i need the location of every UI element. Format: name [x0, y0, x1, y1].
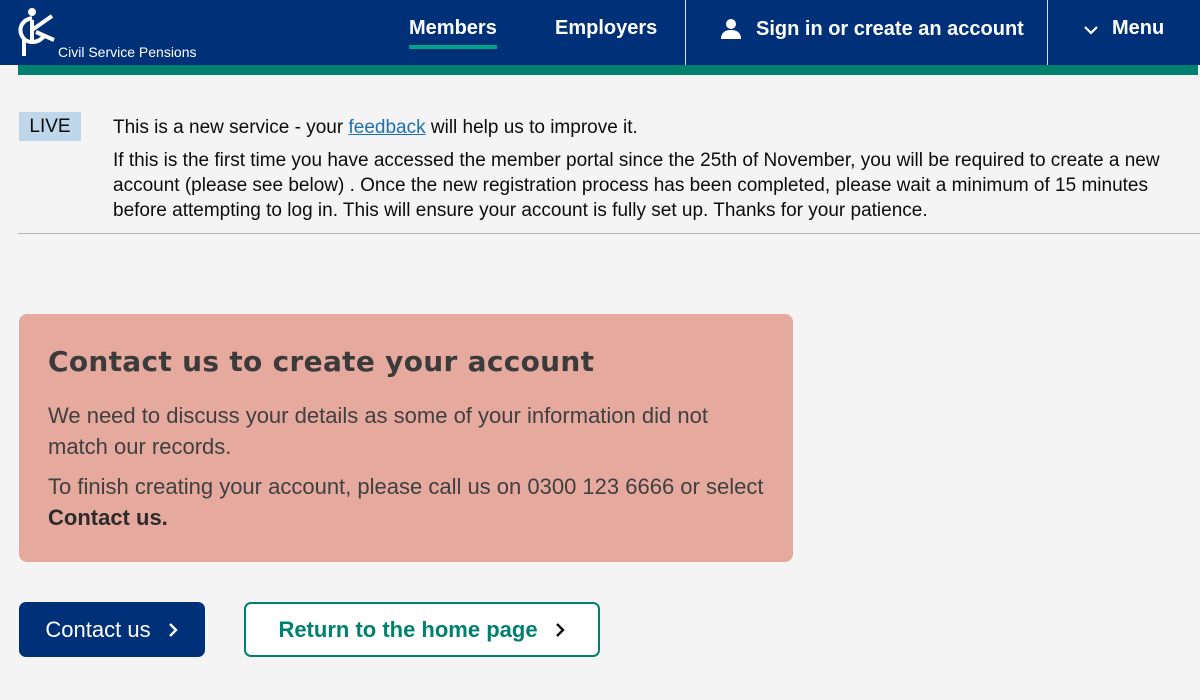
- nav-divider: [1047, 0, 1048, 65]
- nav-menu[interactable]: Menu: [1084, 0, 1164, 65]
- site-header: Civil Service Pensions Members Employers…: [0, 0, 1200, 65]
- chevron-down-icon: [1084, 25, 1098, 35]
- user-icon: [721, 18, 741, 39]
- panel-title: Contact us to create your account: [48, 345, 595, 378]
- logo-text: Civil Service Pensions: [58, 44, 197, 60]
- banner-line-1: This is a new service - your feedback wi…: [113, 115, 1200, 140]
- chevron-right-icon: [555, 622, 565, 637]
- return-home-button[interactable]: Return to the home page: [244, 602, 600, 657]
- phase-banner: This is a new service - your feedback wi…: [113, 115, 1200, 223]
- live-tag: LIVE: [19, 112, 81, 141]
- nav-members[interactable]: Members: [409, 0, 497, 65]
- chevron-right-icon: [168, 622, 178, 637]
- feedback-link[interactable]: feedback: [348, 117, 425, 138]
- contact-us-button[interactable]: Contact us: [19, 602, 205, 657]
- nav-signin-label: Sign in or create an account: [756, 18, 1024, 40]
- header-accent-bar: [18, 65, 1198, 75]
- notification-panel: Contact us to create your account We nee…: [19, 314, 793, 562]
- panel-paragraph-1: We need to discuss your details as some …: [48, 403, 708, 459]
- nav-employers[interactable]: Employers: [555, 0, 657, 65]
- section-divider: [18, 233, 1200, 234]
- banner-line-2: If this is the first time you have acces…: [113, 150, 1160, 221]
- panel-paragraph-2: To finish creating your account, please …: [48, 471, 764, 533]
- nav-divider: [685, 0, 686, 65]
- panel-paragraph-2-bold: Contact us.: [48, 505, 168, 530]
- nav-active-underline: [409, 45, 497, 49]
- nav-signin[interactable]: Sign in or create an account: [720, 0, 1024, 65]
- panel-paragraph-2-text: To finish creating your account, please …: [48, 474, 764, 499]
- nav-employers-label: Employers: [555, 17, 658, 39]
- nav-members-label: Members: [409, 17, 497, 39]
- nav-menu-label: Menu: [1112, 17, 1165, 39]
- contact-us-button-label: Contact us: [45, 616, 151, 642]
- site-logo[interactable]: Civil Service Pensions: [18, 6, 218, 61]
- banner-line-1-after: will help us to improve it.: [425, 117, 638, 138]
- return-home-button-label: Return to the home page: [278, 616, 538, 642]
- banner-line-1-before: This is a new service - your: [113, 117, 349, 138]
